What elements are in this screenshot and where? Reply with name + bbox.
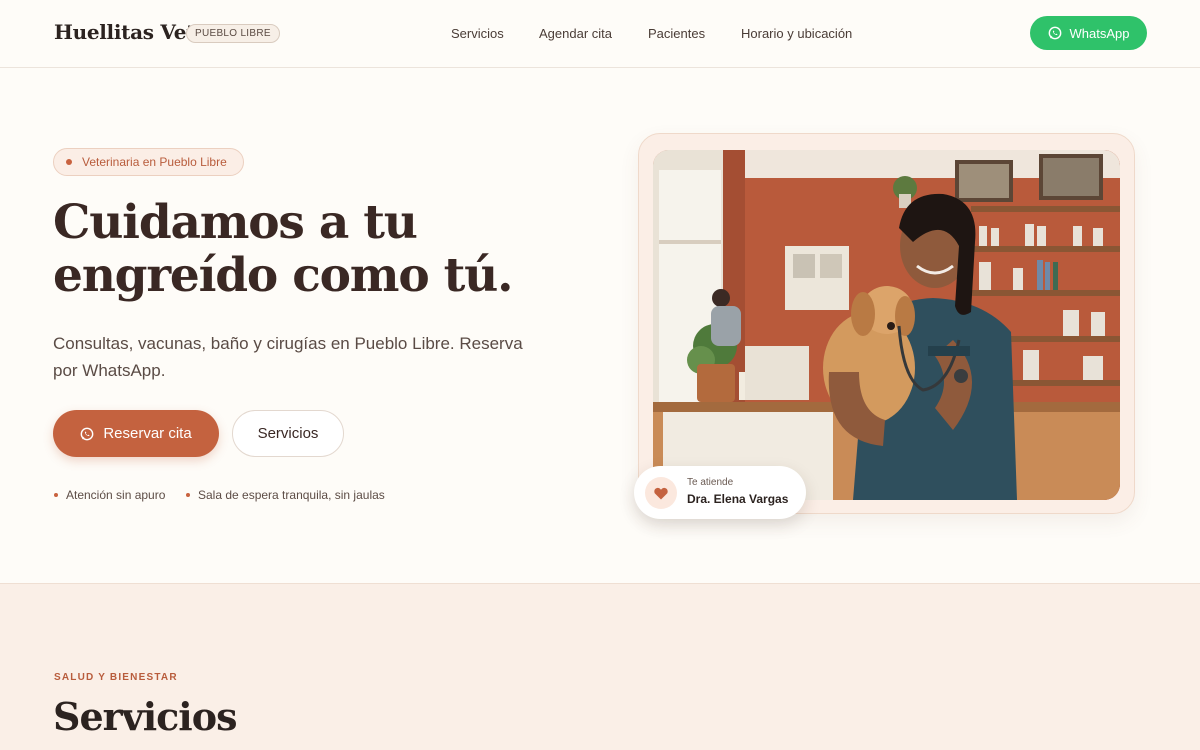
pill-dot xyxy=(66,159,72,165)
whatsapp-icon xyxy=(1048,26,1061,40)
nav-link-horario-ubicacion[interactable]: Horario y ubicación xyxy=(741,26,852,41)
servicios-button-label: Servicios xyxy=(257,425,319,442)
feature-dot xyxy=(186,493,190,497)
hero-title-line-1: Cuidamos a tu xyxy=(53,195,418,250)
feature-dot xyxy=(54,493,58,497)
location-badge: PUEBLO LIBRE xyxy=(186,24,280,43)
vet-card-caption: Te atiende xyxy=(687,477,734,488)
reservar-cita-label: Reservar cita xyxy=(103,425,192,442)
pill-label: Veterinaria en Pueblo Libre xyxy=(82,155,227,169)
feature-label: Sala de espera tranquila, sin jaulas xyxy=(198,488,385,502)
vet-with-puppy-photo xyxy=(653,150,1120,500)
feature-label: Atención sin apuro xyxy=(66,488,166,502)
nav-link-servicios[interactable]: Servicios xyxy=(451,26,504,41)
brand-logo[interactable]: Huellitas Vet xyxy=(54,20,195,44)
whatsapp-icon xyxy=(80,427,94,440)
feature-item: Sala de espera tranquila, sin jaulas xyxy=(186,488,385,502)
hero-title: Cuidamos a tu engreído como tú. xyxy=(53,196,573,302)
location-pill: Veterinaria en Pueblo Libre xyxy=(53,148,244,176)
servicios-button[interactable]: Servicios xyxy=(232,410,344,457)
hero-subtitle: Consultas, vacunas, baño y cirugías en P… xyxy=(53,334,523,380)
whatsapp-button-label: WhatsApp xyxy=(1069,25,1130,41)
whatsapp-button[interactable]: WhatsApp xyxy=(1030,16,1147,50)
heart-icon xyxy=(654,487,668,499)
hero-title-line-2: engreído como tú. xyxy=(53,248,513,303)
reservar-cita-button[interactable]: Reservar cita xyxy=(53,410,219,457)
site-header: Huellitas Vet PUEBLO LIBRE Servicios Age… xyxy=(0,0,1200,68)
vet-card: Te atiende Dra. Elena Vargas xyxy=(634,466,806,519)
nav-link-pacientes[interactable]: Pacientes xyxy=(648,26,705,41)
services-section: SALUD Y BIENESTAR Servicios xyxy=(0,583,1200,750)
vet-card-name: Dra. Elena Vargas xyxy=(687,492,789,506)
services-eyebrow: SALUD Y BIENESTAR xyxy=(54,672,178,683)
nav-link-agendar-cita[interactable]: Agendar cita xyxy=(539,26,612,41)
heart-badge xyxy=(645,477,677,509)
feature-item: Atención sin apuro xyxy=(54,488,165,502)
services-title: Servicios xyxy=(53,694,237,739)
